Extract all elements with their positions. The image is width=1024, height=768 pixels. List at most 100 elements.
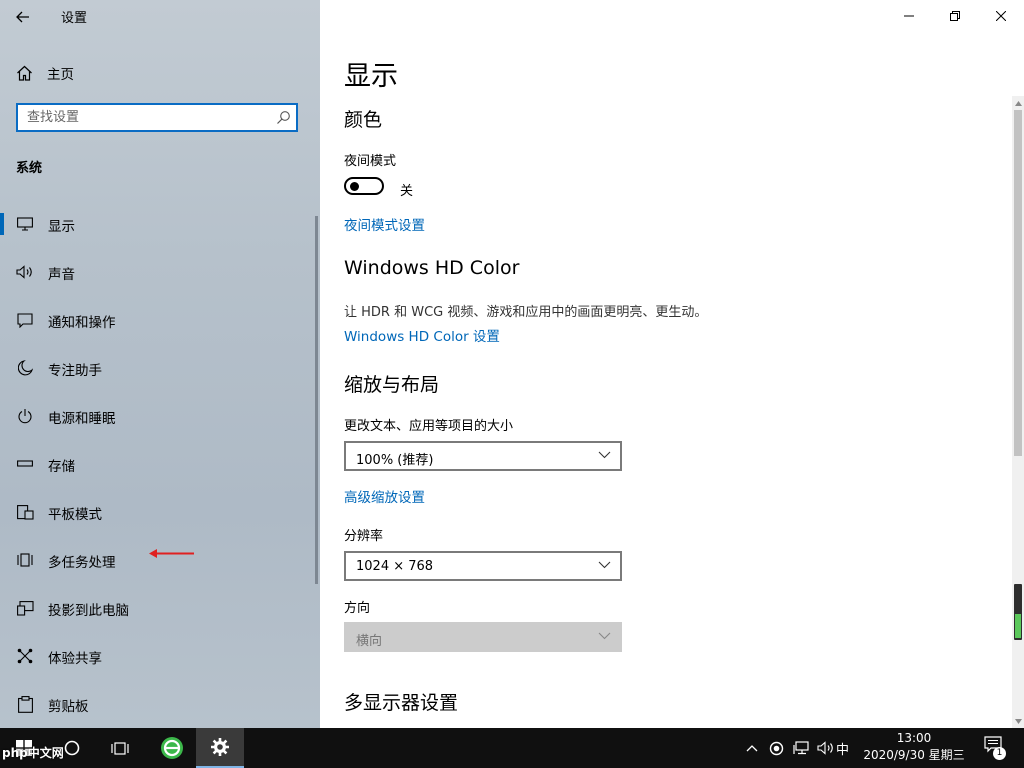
page-title: 显示 [344,61,398,92]
settings-app-button[interactable] [196,728,244,768]
site-watermark: php中文网 [2,746,64,760]
orientation-dropdown: 横向 [344,622,622,652]
sidebar-item-display[interactable]: 显示 [0,200,320,248]
speaker-icon [16,265,32,279]
chevron-down-icon [598,632,611,640]
text-size-dropdown[interactable]: 100% (推荐) [344,441,622,471]
sidebar-item-label: 多任务处理 [48,555,116,571]
caret-up-icon [1014,100,1022,106]
search-box[interactable] [16,103,298,132]
network-button[interactable] [790,728,812,768]
home-label: 主页 [47,67,74,83]
scroll-down-button[interactable] [1012,714,1024,728]
settings-content: 显示 颜色 夜间模式 关 夜间模式设置 Windows HD Color 让 H… [320,0,1024,728]
sidebar-item-focus-assist[interactable]: 专注助手 [0,344,320,392]
sidebar-item-label: 通知和操作 [48,315,116,331]
chevron-down-icon [598,451,611,459]
moon-icon [17,360,33,376]
scrollbar-thumb[interactable] [1014,110,1022,456]
scroll-up-button[interactable] [1012,96,1024,110]
sidebar-item-multitasking[interactable]: 多任务处理 [0,536,320,584]
power-icon [18,409,32,424]
clock-time: 13:00 [896,731,932,745]
toggle-knob [350,182,359,191]
sidebar-item-label: 投影到此电脑 [48,603,129,619]
sidebar-scrollbar[interactable] [315,216,318,584]
taskbar-clock[interactable]: 13:00 2020/9/30 星期三 [858,730,970,764]
night-mode-label: 夜间模式 [344,154,397,169]
red-annotation-arrow-icon [149,549,194,558]
scale-heading: 缩放与布局 [344,374,440,396]
hdr-description: 让 HDR 和 WCG 视频、游戏和应用中的画面更明亮、更生动。 [344,305,708,320]
taskbar: 中 13:00 2020/9/30 星期三 1 [0,728,1024,768]
chevron-up-icon [746,744,758,751]
task-view-icon [111,741,129,755]
sidebar-item-label: 电源和睡眠 [48,411,116,427]
cortana-circle-icon [64,740,80,756]
text-size-value: 100% (推荐) [356,453,434,468]
volume-button[interactable] [814,728,836,768]
sidebar-item-tablet-mode[interactable]: 平板模式 [0,488,320,536]
restore-icon [950,11,960,21]
network-icon [792,741,809,755]
notification-icon [17,312,33,328]
tray-expand-button[interactable] [742,728,762,768]
section-title: 系统 [16,161,43,176]
resolution-value: 1024 × 768 [356,559,434,574]
volume-icon [816,741,833,755]
notification-count-badge: 1 [993,747,1006,760]
sidebar-item-storage[interactable]: 存储 [0,440,320,488]
orientation-value: 横向 [356,634,383,649]
sidebar-item-label: 平板模式 [48,507,102,523]
multi-display-heading: 多显示器设置 [344,692,459,714]
night-mode-toggle[interactable] [344,177,384,195]
home-icon [17,65,32,81]
settings-sidebar: 设置 主页 系统 显示 声音 通知和操作 专注助手 电源和睡眠 [0,0,320,728]
sidebar-nav: 显示 声音 通知和操作 专注助手 电源和睡眠 存储 平板模式 多任务处理 投影到… [0,200,320,728]
gear-icon [211,738,229,756]
sidebar-item-label: 专注助手 [48,363,102,379]
hdr-settings-link[interactable]: Windows HD Color 设置 [344,325,500,345]
sidebar-item-clipboard[interactable]: 剪贴板 [0,680,320,728]
advanced-scaling-link[interactable]: 高级缩放设置 [344,486,425,506]
hdr-heading: Windows HD Color [344,257,520,279]
resolution-label: 分辨率 [344,529,384,544]
volume-indicator [1014,584,1022,640]
task-view-button[interactable] [96,728,144,768]
home-nav-item[interactable]: 主页 [16,62,74,84]
minimize-button[interactable] [886,0,932,32]
sidebar-item-label: 体验共享 [48,651,102,667]
back-arrow-icon [16,11,29,23]
search-input[interactable] [18,105,267,130]
project-icon [16,600,34,616]
sidebar-item-project[interactable]: 投影到此电脑 [0,584,320,632]
multitask-icon [16,553,33,567]
sidebar-item-sound[interactable]: 声音 [0,248,320,296]
caret-down-icon [1014,718,1022,724]
tray-record-button[interactable] [766,728,786,768]
sidebar-item-label: 声音 [48,267,75,283]
browser-app-icon [161,737,183,759]
window-title: 设置 [61,11,88,26]
close-icon [996,11,1006,21]
resolution-dropdown[interactable]: 1024 × 768 [344,551,622,581]
chevron-down-icon [598,561,611,569]
sidebar-item-shared-experiences[interactable]: 体验共享 [0,632,320,680]
sidebar-item-label: 显示 [48,219,75,235]
night-mode-settings-link[interactable]: 夜间模式设置 [344,214,425,234]
search-icon[interactable] [276,110,291,125]
input-method-indicator[interactable]: 中 [836,739,849,758]
minimize-icon [904,15,914,17]
back-button[interactable] [10,4,36,30]
sidebar-item-label: 存储 [48,459,75,475]
monitor-icon [17,217,33,231]
sidebar-item-notifications[interactable]: 通知和操作 [0,296,320,344]
share-icon [17,648,33,664]
browser-app-button[interactable] [148,728,196,768]
color-heading: 颜色 [344,109,383,131]
restore-button[interactable] [932,0,978,32]
clock-date: 2020/9/30 星期三 [863,748,965,762]
sidebar-item-power-sleep[interactable]: 电源和睡眠 [0,392,320,440]
record-icon [769,741,783,755]
close-button[interactable] [978,0,1024,32]
